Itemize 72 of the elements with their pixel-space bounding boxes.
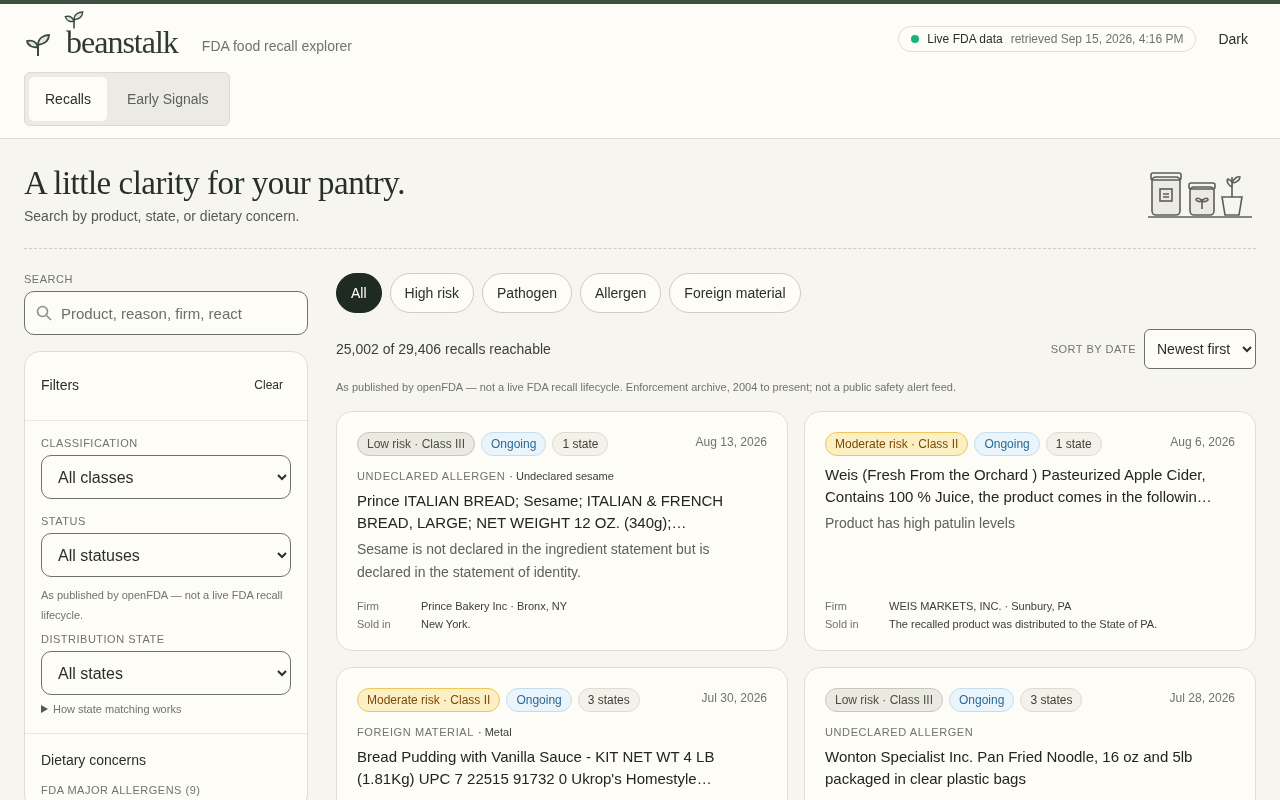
states-badge: 3 states — [577, 688, 640, 712]
risk-badge: Low risk · Class III — [357, 432, 475, 456]
panel-title: Filters — [41, 377, 80, 393]
field-label: DISTRIBUTION STATE — [41, 633, 166, 645]
page-heading: A little clarity for your pantry. — [24, 165, 406, 202]
dropdown[interactable]: All states — [41, 651, 291, 695]
field-label: Firm — [825, 600, 848, 612]
product-title: Wonton Specialist Inc. Pan Fried Noodle, 16 oz and 5lb packaged in clear plastic bags — [825, 747, 1194, 789]
category-detail: · Metal — [477, 726, 512, 738]
dark-mode-button[interactable]: Dark — [1210, 25, 1256, 53]
recall-date: Aug 13, 2026 — [695, 434, 767, 449]
help-text: As published by openFDA — not a live FDA recall lifecycle. — [41, 588, 284, 623]
distribution-value: New York. — [421, 618, 472, 630]
data-note: As published by openFDA — not a live FDA recall lifecycle. Enforcement archive, 2004 to present; not a public safety alert feed. — [336, 381, 957, 393]
filter-chip[interactable]: Pathogen — [482, 273, 572, 313]
field-label: FDA MAJOR ALLERGENS (9) — [41, 784, 202, 796]
tab[interactable]: Early Signals — [110, 77, 225, 121]
field-label: CLASSIFICATION — [41, 437, 139, 449]
firm-value: Prince Bakery Inc · Bronx, NY — [421, 600, 569, 612]
firm-value: WEIS MARKETS, INC. · Sunbury, PA — [889, 600, 1073, 612]
recall-card[interactable]: Moderate risk · Class II Ongoing 3 states Jul 30, 2026 FOREIGN MATERIAL · Metal Bread Pudding with Vanilla Sauce - KIT NET WT 4 LB (1.81Kg) UPC 7 22515 91732 0 Ukrop's Homestyle… — [336, 667, 788, 800]
risk-badge: Moderate risk · Class II — [357, 688, 501, 712]
states-badge: 1 state — [552, 432, 609, 456]
product-title: Bread Pudding with Vanilla Sauce - KIT NET WT 4 LB (1.81Kg) UPC 7 22515 91732 0 Ukrop's Homestyle… — [357, 747, 716, 789]
recall-card[interactable]: Low risk · Class III Ongoing 3 states Jul 28, 2026 UNDECLARED ALLERGEN Wonton Specialist Inc. Pan Fried Noodle, 16 oz and 5lb packaged in clear plastic bags — [804, 667, 1256, 800]
recall-card[interactable] — [336, 411, 788, 651]
field-label: Firm — [357, 600, 380, 612]
risk-badge: Low risk · Class III — [825, 688, 943, 712]
field-label: SEARCH — [24, 273, 74, 285]
distribution-value: The recalled product was distributed to the State of PA. — [889, 618, 1159, 630]
sort-label: SORT BY DATE — [1050, 343, 1136, 355]
recall-date: Jul 28, 2026 — [1169, 690, 1235, 705]
category-detail: · Undeclared sesame — [509, 470, 614, 482]
filter-chip[interactable]: Foreign material — [669, 273, 801, 313]
retrieved-time: retrieved Sep 15, 2026, 4:16 PM — [1010, 32, 1184, 46]
states-badge: 1 state — [1045, 432, 1102, 456]
product-title: Weis (Fresh From the Orchard ) Pasteurized Apple Cider, Contains 100 % Juice, the product comes in the followin… — [825, 465, 1213, 507]
states-badge: 3 states — [1020, 688, 1083, 712]
filter-chip[interactable]: All — [336, 273, 382, 313]
dropdown[interactable]: All classes — [41, 455, 291, 499]
category-label: FOREIGN MATERIAL — [357, 726, 474, 738]
recall-reason: Sesame is not declared in the ingredient statement but is declared in the statement of identity. — [357, 540, 711, 582]
brand-wordmark: beanstalk — [66, 24, 178, 60]
live-label: Live FDA data — [927, 32, 1003, 46]
dropdown[interactable]: All statuses — [41, 533, 291, 577]
sort-dropdown[interactable]: Newest first — [1144, 329, 1256, 369]
risk-badge: Moderate risk · Class II — [825, 432, 969, 456]
tagline: FDA food recall explorer — [201, 38, 353, 56]
status-badge: Ongoing — [974, 432, 1040, 456]
recall-date: Aug 6, 2026 — [1170, 434, 1235, 449]
field-label: STATUS — [41, 515, 87, 527]
filter-chip[interactable]: High risk — [389, 273, 475, 313]
recall-date: Jul 30, 2026 — [701, 690, 767, 705]
disclosure-toggle[interactable]: How state matching works — [41, 703, 182, 715]
status-badge: Ongoing — [481, 432, 547, 456]
category-label: UNDECLARED ALLERGEN — [357, 470, 506, 482]
result-count: 25,002 of 29,406 recalls reachable — [336, 341, 552, 357]
recall-card[interactable] — [804, 411, 1256, 651]
clear-button[interactable]: Clear — [246, 376, 291, 394]
page-subtitle: Search by product, state, or dietary concern. — [24, 208, 301, 224]
section-title: Dietary concerns — [41, 752, 148, 768]
field-label: Sold in — [357, 618, 392, 630]
recall-reason: Product has high patulin levels — [825, 514, 1016, 533]
filter-chip[interactable]: Allergen — [580, 273, 662, 313]
category-label: UNDECLARED ALLERGEN — [825, 726, 974, 738]
tab[interactable]: Recalls — [29, 77, 107, 121]
search-field[interactable]: Product, reason, firm, react — [24, 291, 308, 335]
status-badge: Ongoing — [949, 688, 1015, 712]
sprout-icon — [63, 8, 85, 30]
status-badge: Ongoing — [506, 688, 572, 712]
field-label: Sold in — [825, 618, 860, 630]
product-title: Prince ITALIAN BREAD; Sesame; ITALIAN & FRENCH BREAD, LARGE; NET WEIGHT 12 OZ. (340g);… — [357, 491, 725, 533]
